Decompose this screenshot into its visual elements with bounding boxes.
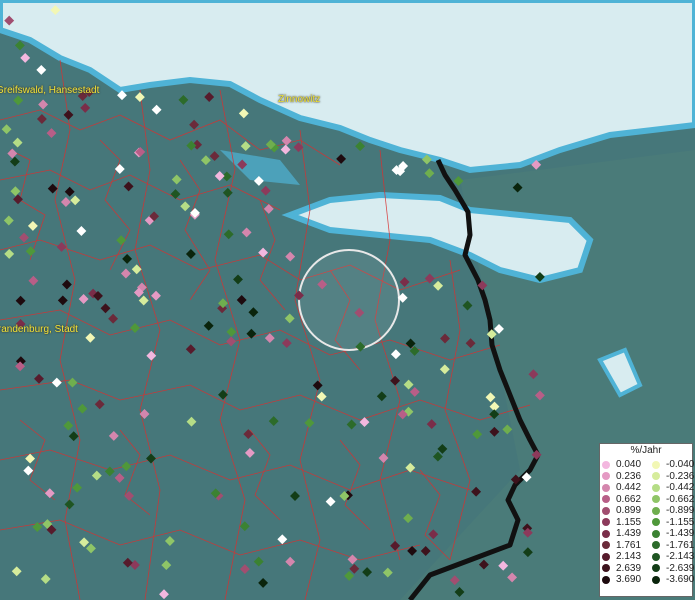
legend-row: 1.439 -1.439 (602, 528, 695, 540)
legend-value-positive: 1.155 (616, 516, 642, 528)
city-label-neubrandenburg[interactable]: Neubrandenburg, Stadt (0, 324, 78, 335)
legend-value-positive: 0.662 (616, 493, 642, 505)
legend-row: 0.899 -0.899 (602, 505, 695, 517)
legend-value-negative: -2.639 (666, 562, 695, 574)
legend-value-positive: 0.899 (616, 505, 642, 517)
legend-value-negative: -0.236 (666, 470, 695, 482)
legend-swatch-negative (652, 529, 660, 538)
legend-swatch-positive (602, 506, 610, 515)
legend-swatch-negative (652, 575, 660, 584)
legend-swatch-positive (602, 518, 610, 527)
legend-value-negative: -0.662 (666, 493, 695, 505)
map-legend: %/Jahr 0.040 -0.040 0.236 -0.236 0.442 -0.442… (599, 443, 695, 597)
legend-swatch-positive (602, 529, 610, 538)
legend-swatch-negative (652, 541, 660, 550)
legend-row: 0.662 -0.662 (602, 493, 695, 506)
legend-value-positive: 1.761 (616, 539, 642, 551)
legend-swatch-negative (652, 483, 660, 492)
legend-value-positive: 2.639 (616, 562, 642, 574)
legend-swatch-negative (652, 506, 660, 515)
legend-swatch-positive (602, 575, 610, 584)
legend-value-negative: -1.439 (666, 528, 695, 540)
legend-swatch-positive (602, 552, 610, 561)
map-canvas[interactable] (0, 0, 695, 600)
legend-swatch-positive (602, 564, 610, 573)
legend-swatch-negative (652, 460, 660, 469)
city-label-zinnowitz[interactable]: Zinnowitz (278, 94, 320, 105)
legend-row: 1.761 -1.761 (602, 539, 695, 552)
legend-swatch-positive (602, 460, 610, 469)
selection-circle[interactable] (298, 249, 400, 351)
legend-value-negative: -0.040 (666, 459, 695, 471)
legend-value-positive: 1.439 (616, 528, 642, 540)
legend-row: 2.143 -2.143 (602, 551, 695, 563)
legend-value-negative: -3.690 (666, 574, 695, 586)
legend-row: 2.639 -2.639 (602, 562, 695, 575)
legend-value-negative: -1.761 (666, 539, 695, 551)
legend-row: 3.690 -3.690 (602, 574, 695, 586)
legend-value-positive: 0.442 (616, 482, 642, 494)
legend-rows: 0.040 -0.040 0.236 -0.236 0.442 -0.442 0.662 -0… (600, 459, 695, 586)
legend-swatch-negative (652, 495, 660, 504)
legend-swatch-negative (652, 552, 660, 561)
legend-row: 1.155 -1.155 (602, 516, 695, 529)
legend-row: 0.442 -0.442 (602, 482, 695, 494)
legend-swatch-positive (602, 472, 610, 481)
legend-value-positive: 3.690 (616, 574, 642, 586)
legend-value-positive: 0.040 (616, 459, 642, 471)
legend-title: %/Jahr (630, 445, 662, 456)
legend-value-negative: -1.155 (666, 516, 695, 528)
legend-value-negative: -2.143 (666, 551, 695, 563)
legend-value-negative: -0.442 (666, 482, 695, 494)
legend-value-positive: 2.143 (616, 551, 642, 563)
legend-value-negative: -0.899 (666, 505, 695, 517)
legend-swatch-positive (602, 541, 610, 550)
legend-row: 0.236 -0.236 (602, 470, 695, 483)
legend-swatch-positive (602, 483, 610, 492)
city-label-greifswald[interactable]: Greifswald, Hansestadt (0, 85, 99, 96)
legend-swatch-negative (652, 564, 660, 573)
legend-swatch-negative (652, 518, 660, 527)
legend-swatch-negative (652, 472, 660, 481)
legend-row: 0.040 -0.040 (602, 459, 695, 471)
legend-swatch-positive (602, 495, 610, 504)
legend-value-positive: 0.236 (616, 470, 642, 482)
